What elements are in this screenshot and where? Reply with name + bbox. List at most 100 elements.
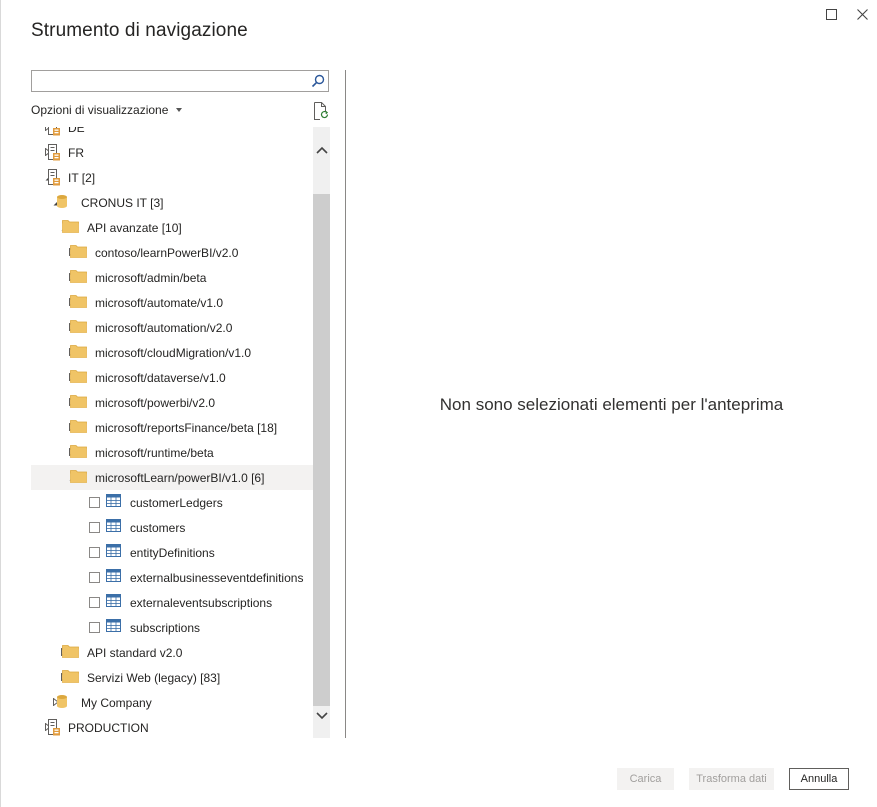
tree-node[interactable]: microsoft/admin/beta (31, 265, 313, 290)
tree-node-label: API standard v2.0 (87, 646, 183, 660)
tree-node[interactable]: microsoft/dataverse/v1.0 (31, 365, 313, 390)
table-icon (106, 544, 121, 560)
tree-node-label: API avanzate [10] (87, 221, 182, 235)
tree-scrollbar[interactable] (313, 127, 330, 738)
folder-icon (70, 344, 87, 361)
item-checkbox[interactable] (89, 597, 100, 608)
tree-node-label: microsoft/powerbi/v2.0 (95, 396, 216, 410)
table-icon (106, 569, 121, 585)
cancel-button[interactable]: Annulla (789, 768, 849, 790)
item-checkbox[interactable] (89, 622, 100, 633)
tree-node-label: subscriptions (130, 621, 201, 635)
load-button[interactable]: Carica (617, 768, 674, 790)
tree-node-label: externaleventsubscriptions (130, 596, 273, 610)
view-options-dropdown[interactable]: Opzioni di visualizzazione (31, 103, 183, 117)
tree-node-label: microsoft/admin/beta (95, 271, 207, 285)
tree-table-item[interactable]: externalbusinesseventdefinitions (31, 565, 313, 590)
refresh-button[interactable] (312, 101, 330, 121)
search-button[interactable] (310, 73, 326, 89)
tree-node-label: CRONUS IT [3] (81, 196, 164, 210)
tree-node[interactable]: DE (31, 127, 313, 140)
tree-node[interactable]: API avanzate [10] (31, 215, 313, 240)
tree-node[interactable]: IT [2] (31, 165, 313, 190)
tree-node-label: externalbusinesseventdefinitions (130, 571, 304, 585)
folder-icon (70, 319, 87, 336)
server-icon (47, 144, 61, 164)
table-icon (106, 594, 121, 610)
preview-empty-message: Non sono selezionati elementi per l'ante… (439, 395, 784, 414)
tree-node[interactable]: contoso/learnPowerBI/v2.0 (31, 240, 313, 265)
page-title: Strumento di navigazione (31, 20, 248, 41)
tree-table-item[interactable]: externaleventsubscriptions (31, 590, 313, 615)
tree-node-label: customerLedgers (130, 496, 223, 510)
view-options-label: Opzioni di visualizzazione (31, 103, 169, 117)
navigator-tree: DE FR IT [2] CRONUS IT [3] API avanzate [10]… (31, 127, 313, 738)
item-checkbox[interactable] (89, 497, 100, 508)
item-checkbox[interactable] (89, 572, 100, 583)
tree-node-label: microsoft/automation/v2.0 (95, 321, 233, 335)
folder-icon (70, 394, 87, 411)
tree-node-label: microsoft/automate/v1.0 (95, 296, 224, 310)
tree-node[interactable]: My Company (31, 690, 313, 715)
server-icon (47, 169, 61, 189)
tree-node[interactable]: microsoft/powerbi/v2.0 (31, 390, 313, 415)
tree-table-item[interactable]: subscriptions (31, 615, 313, 640)
tree-node[interactable]: PRODUCTION (31, 715, 313, 738)
scroll-thumb[interactable] (313, 194, 330, 706)
tree-table-item[interactable]: entityDefinitions (31, 540, 313, 565)
search-icon (311, 74, 325, 88)
tree-node-label: microsoft/reportsFinance/beta [18] (95, 421, 278, 435)
tree-node[interactable]: microsoft/automate/v1.0 (31, 290, 313, 315)
item-checkbox[interactable] (89, 547, 100, 558)
server-icon (47, 127, 61, 139)
server-icon (47, 719, 61, 738)
window-border (0, 0, 1, 807)
tree-node[interactable]: API standard v2.0 (31, 640, 313, 665)
tree-node[interactable]: microsoftLearn/powerBI/v1.0 [6] (31, 465, 313, 490)
maximize-button[interactable] (821, 5, 841, 23)
tree-node[interactable]: FR (31, 140, 313, 165)
chevron-down-icon (176, 108, 183, 112)
search-input[interactable] (36, 73, 304, 89)
transform-data-button[interactable]: Trasforma dati (689, 768, 774, 790)
tree-node-label: Servizi Web (legacy) [83] (87, 671, 221, 685)
scroll-up-button[interactable] (313, 141, 330, 158)
tree-node-label: customers (130, 521, 186, 535)
tree-node-label: My Company (81, 696, 152, 710)
folder-icon (70, 244, 87, 261)
tree-node-label: PRODUCTION (68, 721, 149, 735)
folder-icon (62, 669, 79, 686)
table-icon (106, 619, 121, 635)
refresh-document-icon (314, 102, 329, 120)
close-button[interactable] (852, 5, 872, 23)
item-checkbox[interactable] (89, 522, 100, 533)
tree-node-label: microsoft/runtime/beta (95, 446, 214, 460)
tree-node-label: DE (68, 127, 85, 135)
folder-icon (70, 269, 87, 286)
tree-node[interactable]: microsoft/cloudMigration/v1.0 (31, 340, 313, 365)
tree-node[interactable]: CRONUS IT [3] (31, 190, 313, 215)
tree-table-item[interactable]: customers (31, 515, 313, 540)
folder-icon (70, 419, 87, 436)
folder-icon (70, 294, 87, 311)
tree-node[interactable]: microsoft/reportsFinance/beta [18] (31, 415, 313, 440)
folder-icon (70, 469, 87, 486)
tree-node-label: FR (68, 146, 84, 160)
close-icon (856, 8, 868, 20)
database-icon (56, 694, 68, 712)
tree-node[interactable]: Servizi Web (legacy) [83] (31, 665, 313, 690)
maximize-icon (825, 8, 837, 20)
tree-node[interactable]: microsoft/automation/v2.0 (31, 315, 313, 340)
folder-icon (62, 219, 79, 236)
tree-node[interactable]: microsoft/runtime/beta (31, 440, 313, 465)
folder-icon (62, 644, 79, 661)
folder-icon (70, 444, 87, 461)
search-box[interactable] (31, 70, 329, 92)
tree-node-label: microsoft/cloudMigration/v1.0 (95, 346, 252, 360)
database-icon (56, 194, 68, 212)
scroll-down-button[interactable] (313, 707, 330, 724)
tree-table-item[interactable]: customerLedgers (31, 490, 313, 515)
chevron-up-icon (315, 146, 328, 154)
table-icon (106, 519, 121, 535)
folder-icon (70, 369, 87, 386)
